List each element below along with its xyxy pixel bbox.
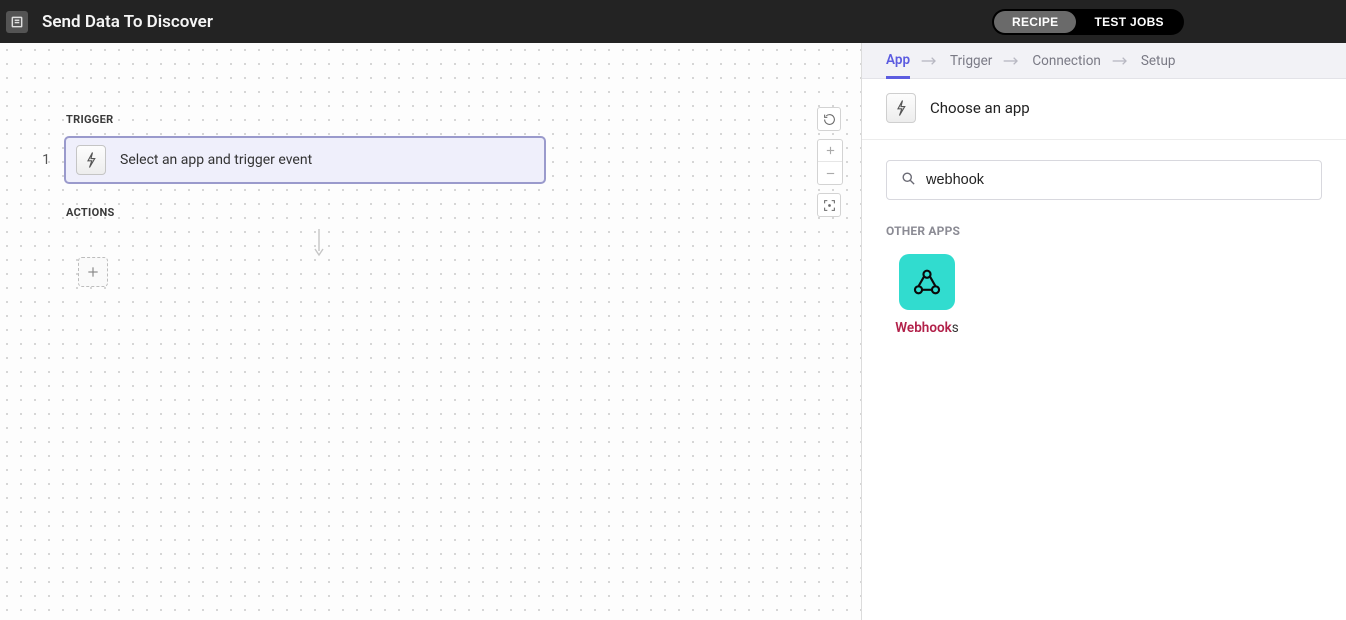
chevron-right-icon xyxy=(1111,56,1131,66)
fit-view-button[interactable] xyxy=(817,193,841,217)
add-action-button[interactable] xyxy=(78,257,108,287)
header-right: RECIPE TEST JOBS xyxy=(992,9,1332,35)
page-title: Send Data To Discover xyxy=(42,12,213,32)
app-tile-webhooks[interactable]: Webhooks xyxy=(886,254,968,336)
search-wrap xyxy=(862,140,1346,204)
step-row: 1 Select an app and trigger event xyxy=(40,136,546,184)
canvas-controls xyxy=(817,107,843,217)
tab-recipe[interactable]: RECIPE xyxy=(994,11,1076,33)
step-number: 1 xyxy=(40,152,50,168)
step-text: Select an app and trigger event xyxy=(120,152,312,168)
search-input[interactable] xyxy=(926,172,1307,188)
trigger-step-card[interactable]: Select an app and trigger event xyxy=(64,136,546,184)
header-left: Send Data To Discover xyxy=(6,11,213,33)
panel-tabs: App Trigger Connection Setup xyxy=(862,43,1346,79)
panel-tab-trigger[interactable]: Trigger xyxy=(950,45,992,77)
actions-section-label: ACTIONS xyxy=(66,206,546,219)
choose-app-row: Choose an app xyxy=(862,79,1346,140)
actions-section xyxy=(66,229,546,287)
chevron-right-icon xyxy=(920,56,940,66)
match-text: Webhook xyxy=(895,320,951,336)
chevron-right-icon xyxy=(1002,56,1022,66)
zoom-out-button[interactable] xyxy=(818,162,842,184)
zoom-controls xyxy=(817,139,843,185)
search-box[interactable] xyxy=(886,160,1322,200)
app-label: Webhooks xyxy=(895,320,958,336)
rest-text: s xyxy=(952,320,959,336)
canvas-inner: TRIGGER 1 Select an app and trigger even… xyxy=(40,113,546,287)
choose-app-label: Choose an app xyxy=(930,99,1030,117)
connector-line-icon xyxy=(91,229,546,257)
panel-tab-connection[interactable]: Connection xyxy=(1032,45,1100,77)
app-header: Send Data To Discover RECIPE TEST JOBS xyxy=(0,0,1346,43)
bolt-icon xyxy=(886,93,916,123)
other-apps-label: OTHER APPS xyxy=(862,204,1346,248)
recipe-icon[interactable] xyxy=(6,11,28,33)
recipe-canvas[interactable]: TRIGGER 1 Select an app and trigger even… xyxy=(0,43,862,620)
view-toggle: RECIPE TEST JOBS xyxy=(992,9,1184,35)
panel-tab-setup[interactable]: Setup xyxy=(1141,45,1176,77)
search-icon xyxy=(901,171,916,190)
bolt-icon xyxy=(76,145,106,175)
trigger-section-label: TRIGGER xyxy=(66,113,546,126)
panel-tab-app[interactable]: App xyxy=(886,44,910,79)
reset-view-button[interactable] xyxy=(817,107,841,131)
side-panel: App Trigger Connection Setup Choose an a… xyxy=(862,43,1346,620)
app-grid: Webhooks xyxy=(862,248,1346,342)
zoom-in-button[interactable] xyxy=(818,140,842,162)
webhooks-icon xyxy=(899,254,955,310)
main-content: TRIGGER 1 Select an app and trigger even… xyxy=(0,43,1346,620)
tab-test-jobs[interactable]: TEST JOBS xyxy=(1076,11,1181,33)
